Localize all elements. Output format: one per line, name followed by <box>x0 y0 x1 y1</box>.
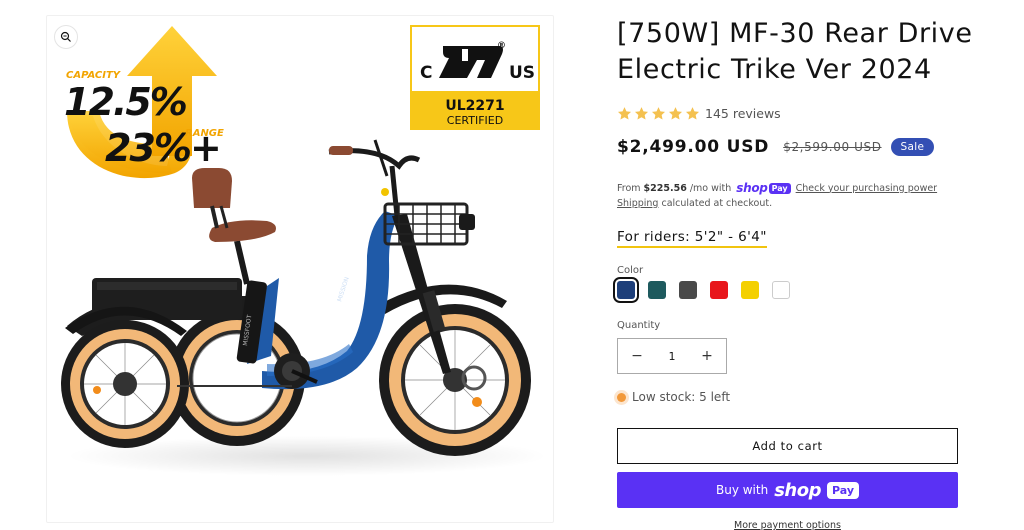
quantity-stepper: − 1 + <box>617 338 727 374</box>
shop-pay-logo: shop <box>774 479 821 501</box>
svg-text:C: C <box>420 63 432 83</box>
svg-text:US: US <box>509 63 535 83</box>
color-swatch-yellow[interactable] <box>741 281 759 299</box>
front-basket-graphic <box>383 202 475 246</box>
color-swatch-red[interactable] <box>710 281 728 299</box>
buy-with-shop-pay-button[interactable]: Buy with shop Pay <box>617 472 958 508</box>
zoom-icon <box>60 31 71 42</box>
star-icon <box>634 107 649 120</box>
compare-price: $2,599.00 USD <box>783 140 882 154</box>
capacity-value: 12.5% <box>64 80 186 124</box>
color-swatch-teal[interactable] <box>648 281 666 299</box>
rider-height-note: For riders: 5'2" - 6'4" <box>617 229 767 248</box>
reviews-count[interactable]: 145 reviews <box>705 106 781 121</box>
product-title-line1: [750W] MF-30 Rear Drive <box>617 18 973 49</box>
range-label: RANGE <box>185 128 224 139</box>
installments-message: From $225.56/mo with shop Pay Check your… <box>617 181 938 195</box>
quantity-increase-button[interactable]: + <box>700 348 714 364</box>
stock-indicator: Low stock: 5 left <box>617 390 730 404</box>
color-swatches <box>613 277 790 303</box>
quantity-input[interactable]: 1 <box>669 350 676 363</box>
add-to-cart-button[interactable]: Add to cart <box>617 428 958 464</box>
star-icon <box>651 107 666 120</box>
sale-badge: Sale <box>890 138 935 156</box>
star-icon <box>668 107 683 120</box>
shipping-note: Shipping calculated at checkout. <box>617 198 773 209</box>
product-image-panel[interactable]: CAPACITY 12.5% 23%+ RANGE C US ® UL2271 … <box>46 15 554 523</box>
more-payment-options-link[interactable]: More payment options <box>617 520 958 530</box>
shipping-link[interactable]: Shipping <box>617 198 658 209</box>
color-swatch-navy[interactable] <box>613 277 639 303</box>
quantity-decrease-button[interactable]: − <box>630 348 644 364</box>
quantity-label: Quantity <box>617 320 661 331</box>
color-label: Color <box>617 265 644 276</box>
svg-text:UL2271: UL2271 <box>445 98 504 114</box>
ul-certified-badge: C US ® UL2271 CERTIFIED <box>410 25 540 130</box>
product-title-line2: Electric Trike Ver 2024 <box>617 54 932 85</box>
star-icon <box>685 107 700 120</box>
color-swatch-gray[interactable] <box>679 281 697 299</box>
stock-text: Low stock: 5 left <box>632 390 731 404</box>
installment-amount: $225.56 <box>643 182 687 194</box>
price-row: $2,499.00 USD $2,599.00 USD Sale <box>617 137 935 157</box>
color-swatch-white[interactable] <box>772 281 790 299</box>
svg-text:CERTIFIED: CERTIFIED <box>447 114 503 127</box>
sale-price: $2,499.00 USD <box>617 137 770 157</box>
shop-pay-logo: shop Pay <box>736 181 791 195</box>
svg-text:MISSION: MISSION <box>336 276 351 302</box>
purchasing-power-link[interactable]: Check your purchasing power <box>796 183 937 194</box>
electric-trike-graphic: Foot MISSION MISSFOOT <box>61 139 531 456</box>
low-stock-dot-icon <box>617 392 626 402</box>
star-icon <box>617 107 632 120</box>
product-title: [750W] MF-30 Rear Drive Electric Trike V… <box>617 16 977 88</box>
zoom-button[interactable] <box>54 25 78 49</box>
product-photo: CAPACITY 12.5% 23%+ RANGE C US ® UL2271 … <box>61 25 547 476</box>
rating[interactable]: 145 reviews <box>617 106 781 121</box>
